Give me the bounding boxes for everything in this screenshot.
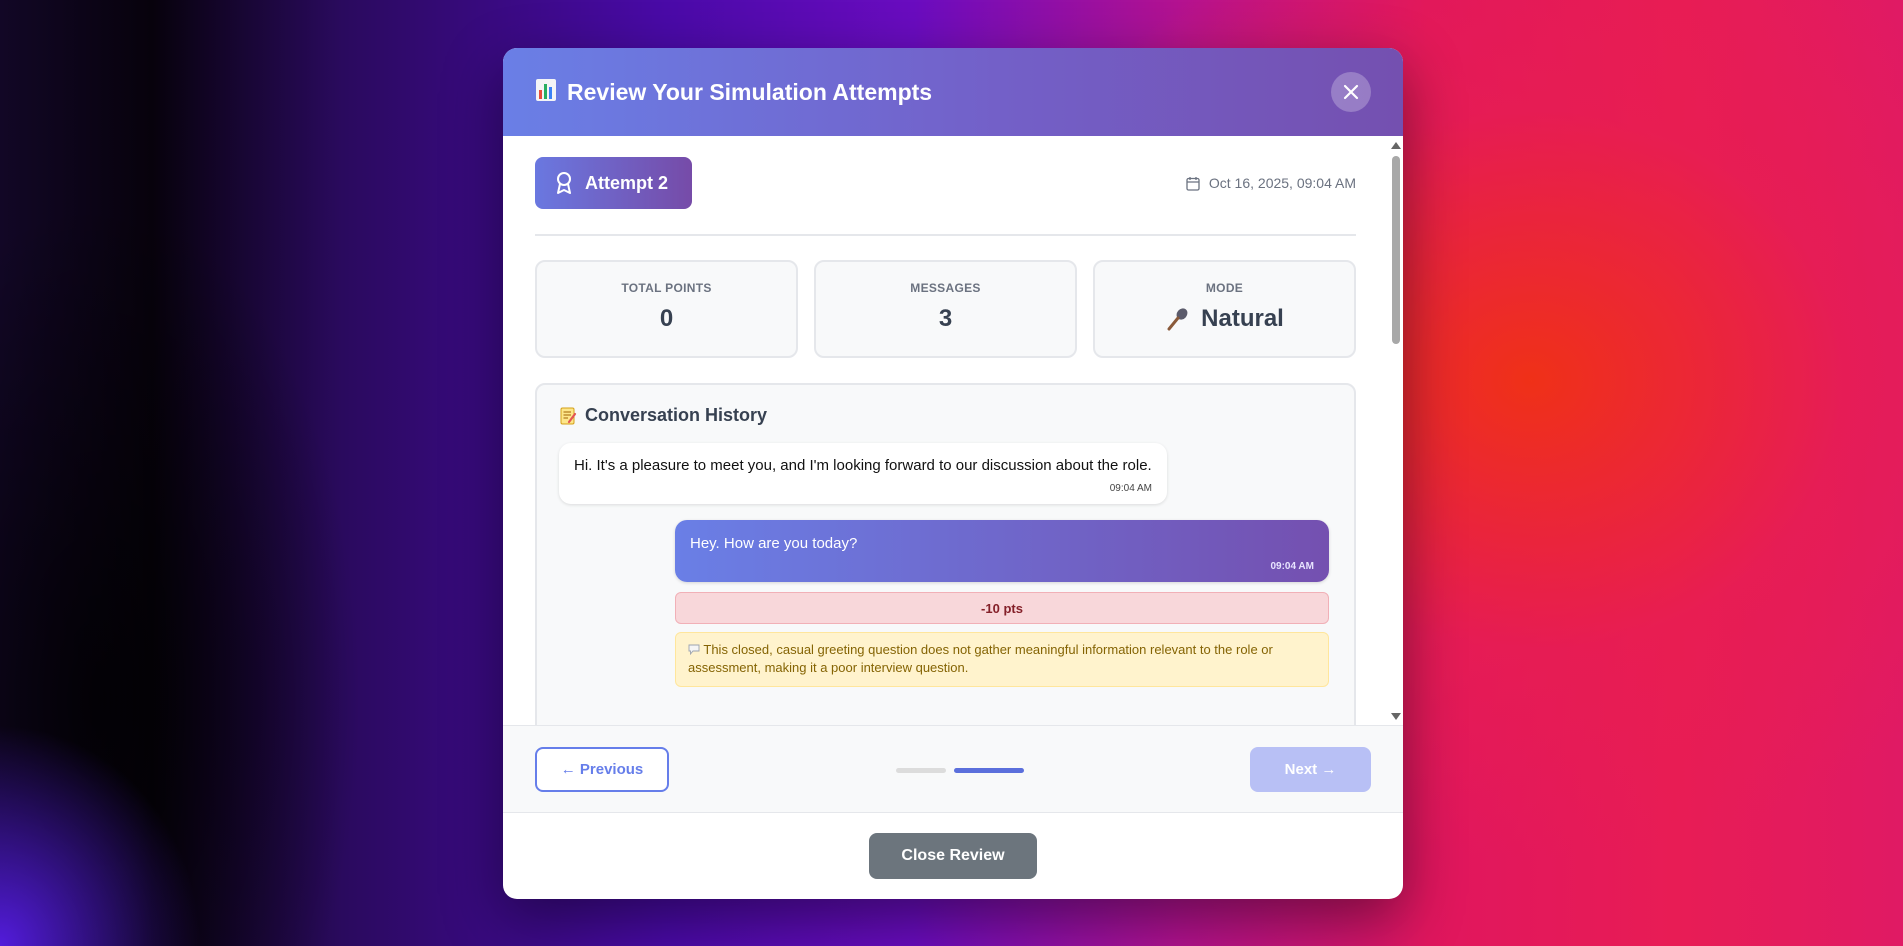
page-dot-active[interactable]: [954, 768, 1024, 773]
next-button[interactable]: Next →: [1250, 747, 1371, 792]
calendar-icon: [1186, 176, 1200, 191]
attempt-details-scroll[interactable]: Attempt 2 Oct 16, 2025, 09:04 AM TOTAL P…: [503, 136, 1403, 725]
review-modal: Review Your Simulation Attempts Attempt …: [503, 48, 1403, 899]
attempt-label: Attempt 2: [585, 172, 669, 193]
attempt-navigation: ← Previous Next →: [503, 725, 1403, 813]
speech-balloon-icon: [688, 642, 703, 657]
stat-value: 3: [939, 305, 952, 333]
history-heading: Conversation History: [559, 405, 1332, 426]
modal-title: Review Your Simulation Attempts: [567, 78, 933, 105]
attempt-date: Oct 16, 2025, 09:04 AM: [1186, 175, 1356, 191]
user-message-group: Hey. How are you today? 09:04 AM -10 pts…: [675, 520, 1329, 687]
message-text: Hey. How are you today?: [690, 535, 858, 552]
scroll-down-arrow[interactable]: [1391, 713, 1401, 720]
stat-label: TOTAL POINTS: [621, 281, 712, 295]
stat-label: MODE: [1205, 281, 1244, 295]
page-indicator: [896, 768, 1024, 773]
stat-label: MESSAGES: [910, 281, 981, 295]
close-review-button[interactable]: Close Review: [869, 833, 1037, 879]
message-bubble-ai: Hi. It's a pleasure to meet you, and I'm…: [559, 443, 1167, 504]
stat-value: 0: [660, 305, 673, 333]
modal-header: Review Your Simulation Attempts: [503, 48, 1403, 136]
previous-button[interactable]: ← Previous: [535, 747, 669, 792]
message-text: Hi. It's a pleasure to meet you, and I'm…: [574, 457, 1152, 474]
stat-mode: MODE Natural: [1093, 260, 1356, 358]
history-title: Conversation History: [585, 405, 768, 425]
message-bubble-user: Hey. How are you today? 09:04 AM: [675, 520, 1329, 582]
close-modal-button[interactable]: [1331, 72, 1371, 112]
stat-value-text: 0: [659, 305, 674, 332]
stat-messages: MESSAGES 3: [814, 260, 1077, 358]
stat-value-text: 3: [938, 305, 953, 332]
feedback-text: This closed, casual greeting question do…: [688, 642, 1273, 675]
memo-icon: [560, 407, 577, 424]
conversation-history: Conversation History Hi. It's a pleasure…: [535, 383, 1356, 725]
message-time: 09:04 AM: [1270, 561, 1314, 572]
stat-value-text: Natural: [1201, 305, 1284, 332]
points-badge: -10 pts: [675, 592, 1329, 624]
page-dot[interactable]: [896, 768, 946, 773]
stat-total-points: TOTAL POINTS 0: [535, 260, 798, 358]
attempt-header: Attempt 2 Oct 16, 2025, 09:04 AM: [535, 136, 1356, 236]
close-icon: [1343, 84, 1359, 100]
modal-footer: Close Review: [503, 813, 1403, 899]
award-icon: [557, 172, 571, 194]
attempt-badge: Attempt 2: [535, 157, 692, 209]
stats-row: TOTAL POINTS 0 MESSAGES 3 MODE Natural: [535, 260, 1356, 358]
attempt-date-text: Oct 16, 2025, 09:04 AM: [1208, 175, 1356, 191]
scroll-up-arrow[interactable]: [1391, 142, 1401, 149]
microphone-icon: [1167, 308, 1188, 331]
scrollbar[interactable]: [1388, 136, 1403, 725]
stat-value: Natural: [1165, 305, 1284, 333]
message-time: 09:04 AM: [1109, 483, 1152, 494]
bar-chart-icon: [535, 78, 557, 106]
feedback-box: This closed, casual greeting question do…: [675, 632, 1329, 687]
scroll-thumb[interactable]: [1392, 156, 1400, 344]
